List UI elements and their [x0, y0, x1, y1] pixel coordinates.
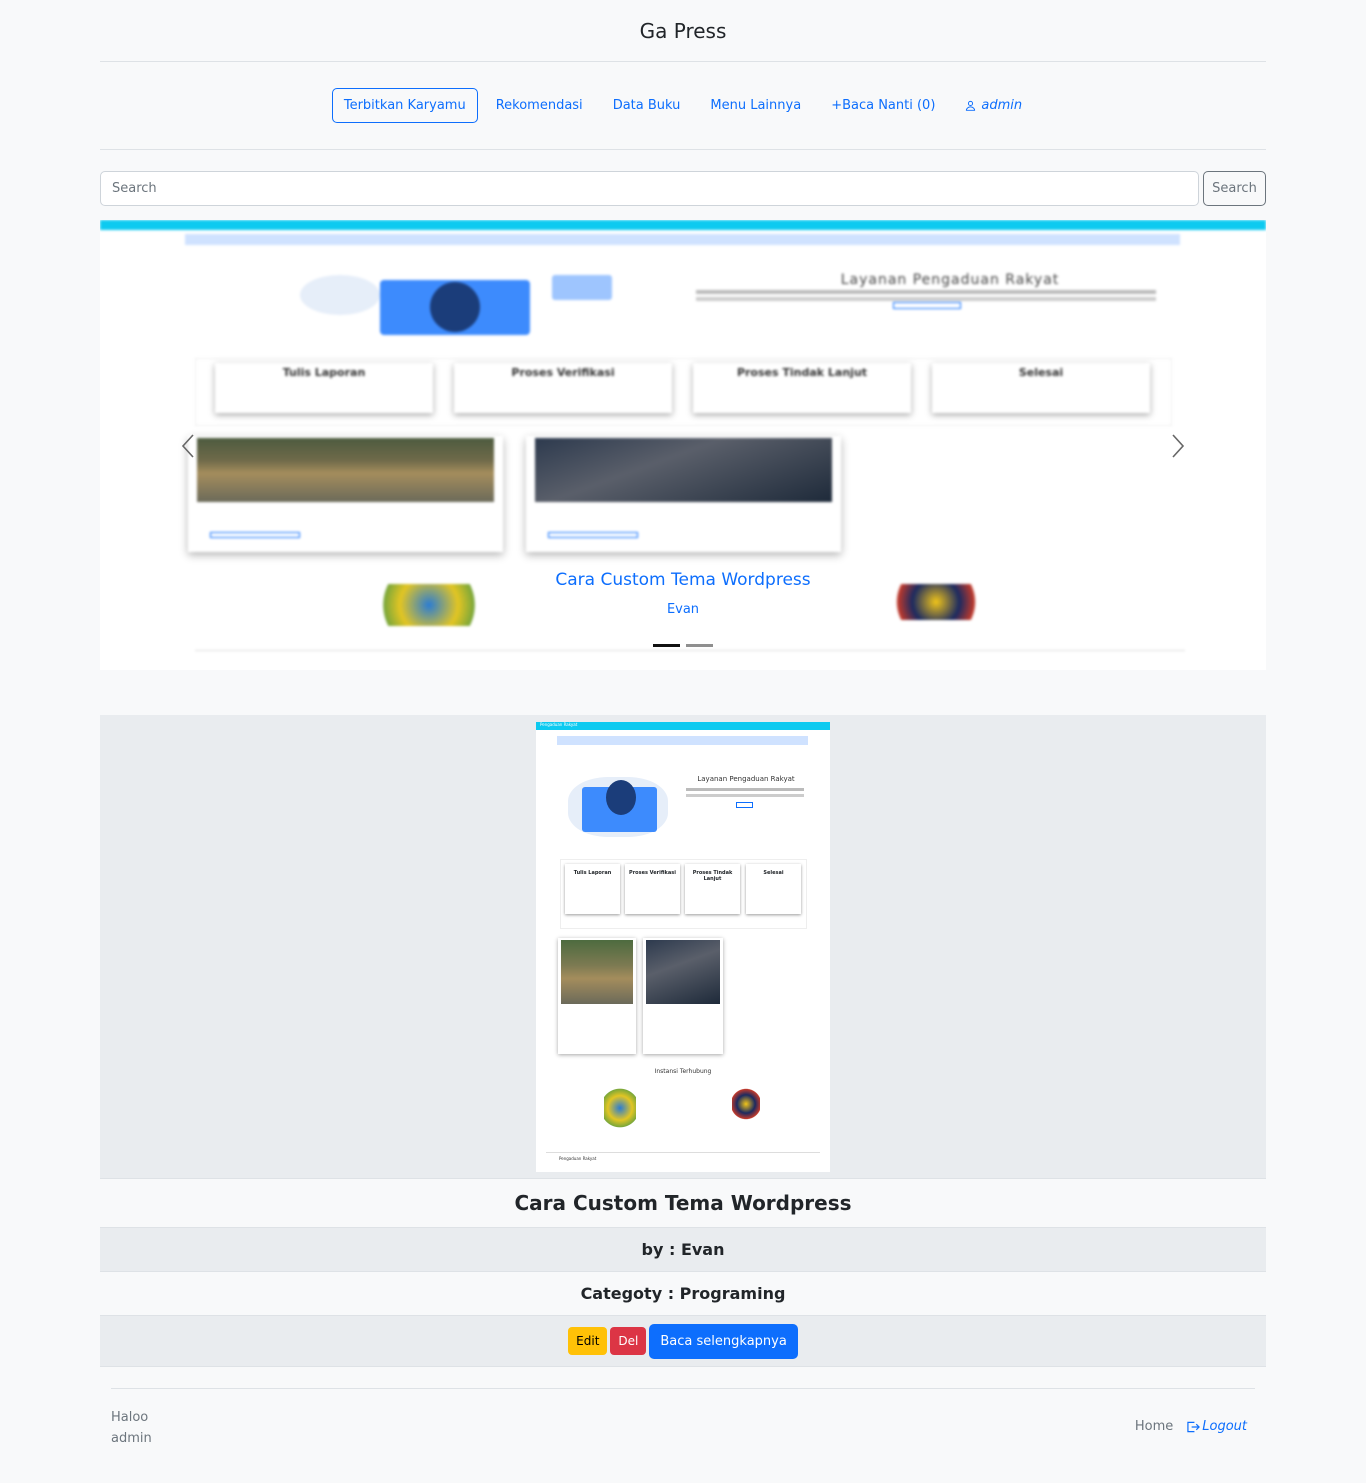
post-title: Cara Custom Tema Wordpress	[100, 1179, 1266, 1228]
preview-hero-text-2	[696, 297, 1156, 301]
preview-step-3: Proses Tindak Lanjut	[693, 363, 911, 413]
post-image-area: Pengaduan Rakyat Layanan Pengaduan Rakya…	[100, 715, 1266, 1179]
post-card: Pengaduan Rakyat Layanan Pengaduan Rakya…	[100, 715, 1266, 1367]
search-form: Search	[100, 171, 1266, 206]
nav-baca-nanti[interactable]: +Baca Nanti (0)	[819, 88, 947, 123]
thumb-topbar	[536, 722, 830, 730]
nav-terbitkan-karyamu[interactable]: Terbitkan Karyamu	[331, 88, 478, 123]
preview-topbar	[100, 220, 1266, 230]
footer-home-link[interactable]: Home	[1135, 1419, 1173, 1434]
preview-hero-text	[696, 290, 1156, 294]
footer-greeting: Haloo admin	[111, 1407, 152, 1449]
person-icon	[966, 100, 976, 111]
preview-step-2: Proses Verifikasi	[454, 363, 672, 413]
logout-icon	[1187, 1421, 1201, 1432]
nav-menu-lainnya[interactable]: Menu Lainnya	[698, 88, 813, 123]
preview-step-4: Selesai	[932, 363, 1150, 413]
footer-logout-link[interactable]: Logout	[1187, 1419, 1247, 1434]
thumb-report-card-2	[643, 938, 723, 1054]
carousel-indicators	[653, 644, 713, 647]
thumb-hero-text-2	[686, 794, 804, 797]
thumb-hero-button	[736, 802, 753, 808]
carousel-title[interactable]: Cara Custom Tema Wordpress	[100, 570, 1266, 590]
carousel-indicator-2[interactable]	[686, 644, 713, 647]
thumb-step-1: Tulis Laporan	[565, 864, 620, 914]
delete-button[interactable]: Del	[610, 1327, 647, 1355]
chevron-right-icon	[1172, 434, 1185, 458]
preview-report-button-2	[548, 532, 638, 538]
footer-links: Home Logout	[1135, 1419, 1247, 1434]
post-author: by : Evan	[100, 1228, 1266, 1272]
chevron-left-icon	[181, 434, 194, 458]
thumb-breadcrumb	[557, 736, 808, 745]
footer-greeting-line-1: Haloo	[111, 1410, 149, 1425]
carousel-prev-button[interactable]	[178, 432, 198, 460]
preview-report-button-1	[210, 532, 300, 538]
thumb-logo-2	[732, 1086, 760, 1122]
preview-step-1: Tulis Laporan	[215, 363, 433, 413]
preview-hero-person	[430, 282, 480, 332]
preview-breadcrumb	[185, 234, 1180, 245]
thumb-report-photo-2	[646, 940, 720, 1004]
thumb-step-4: Selesai	[746, 864, 801, 914]
read-more-button[interactable]: Baca selengkapnya	[649, 1323, 798, 1359]
thumb-site-name: Pengaduan Rakyat	[540, 722, 578, 727]
edit-button[interactable]: Edit	[568, 1327, 608, 1355]
thumb-logo-1	[604, 1086, 636, 1130]
thumb-report-card-1	[558, 938, 636, 1054]
preview-hero-illustration	[300, 275, 380, 315]
nav-user-admin[interactable]: admin	[953, 88, 1034, 123]
search-button[interactable]: Search	[1203, 171, 1266, 206]
nav-user-label: admin	[981, 98, 1023, 113]
nav-data-buku[interactable]: Data Buku	[601, 88, 693, 123]
post-category: Categoty : Programing	[100, 1272, 1266, 1316]
thumb-report-photo-1	[561, 940, 633, 1004]
thumb-step-2: Proses Verifikasi	[625, 864, 680, 914]
preview-report-card-1	[188, 436, 503, 552]
footer-logout-label: Logout	[1202, 1419, 1247, 1434]
preview-report-photo-2	[535, 438, 832, 502]
preview-hero-title: Layanan Pengaduan Rakyat	[840, 272, 1060, 288]
thumb-step-3: Proses Tindak Lanjut	[685, 864, 740, 914]
thumb-footer-divider	[546, 1152, 820, 1153]
thumb-hero-person	[606, 780, 636, 815]
site-brand[interactable]: Ga Press	[100, 0, 1266, 62]
post-thumbnail[interactable]: Pengaduan Rakyat Layanan Pengaduan Rakya…	[536, 722, 830, 1172]
main-nav: Terbitkan Karyamu Rekomendasi Data Buku …	[100, 62, 1266, 150]
thumb-hero-text	[686, 788, 804, 791]
preview-hero-button	[893, 302, 961, 309]
footer-greeting-line-2: admin	[111, 1431, 152, 1446]
preview-report-card-2	[526, 436, 841, 552]
carousel-indicator-1[interactable]	[653, 644, 680, 647]
preview-report-photo-1	[197, 438, 494, 502]
thumb-section-title: Instansi Terhubung	[654, 1068, 712, 1075]
preview-hero-card	[552, 275, 612, 300]
post-actions: Edit Del Baca selengkapnya	[100, 1316, 1266, 1367]
featured-carousel: Layanan Pengaduan Rakyat Tulis Laporan P…	[100, 220, 1266, 670]
thumb-footer-text: Pengaduan Rakyat	[559, 1156, 597, 1161]
carousel-author: Evan	[666, 602, 700, 617]
search-input[interactable]	[100, 171, 1199, 206]
page-footer: Haloo admin Home Logout	[111, 1388, 1255, 1458]
thumb-hero-title: Layanan Pengaduan Rakyat	[697, 775, 795, 783]
preview-footer-divider	[195, 650, 1185, 651]
nav-rekomendasi[interactable]: Rekomendasi	[484, 88, 595, 123]
carousel-next-button[interactable]	[1168, 432, 1188, 460]
